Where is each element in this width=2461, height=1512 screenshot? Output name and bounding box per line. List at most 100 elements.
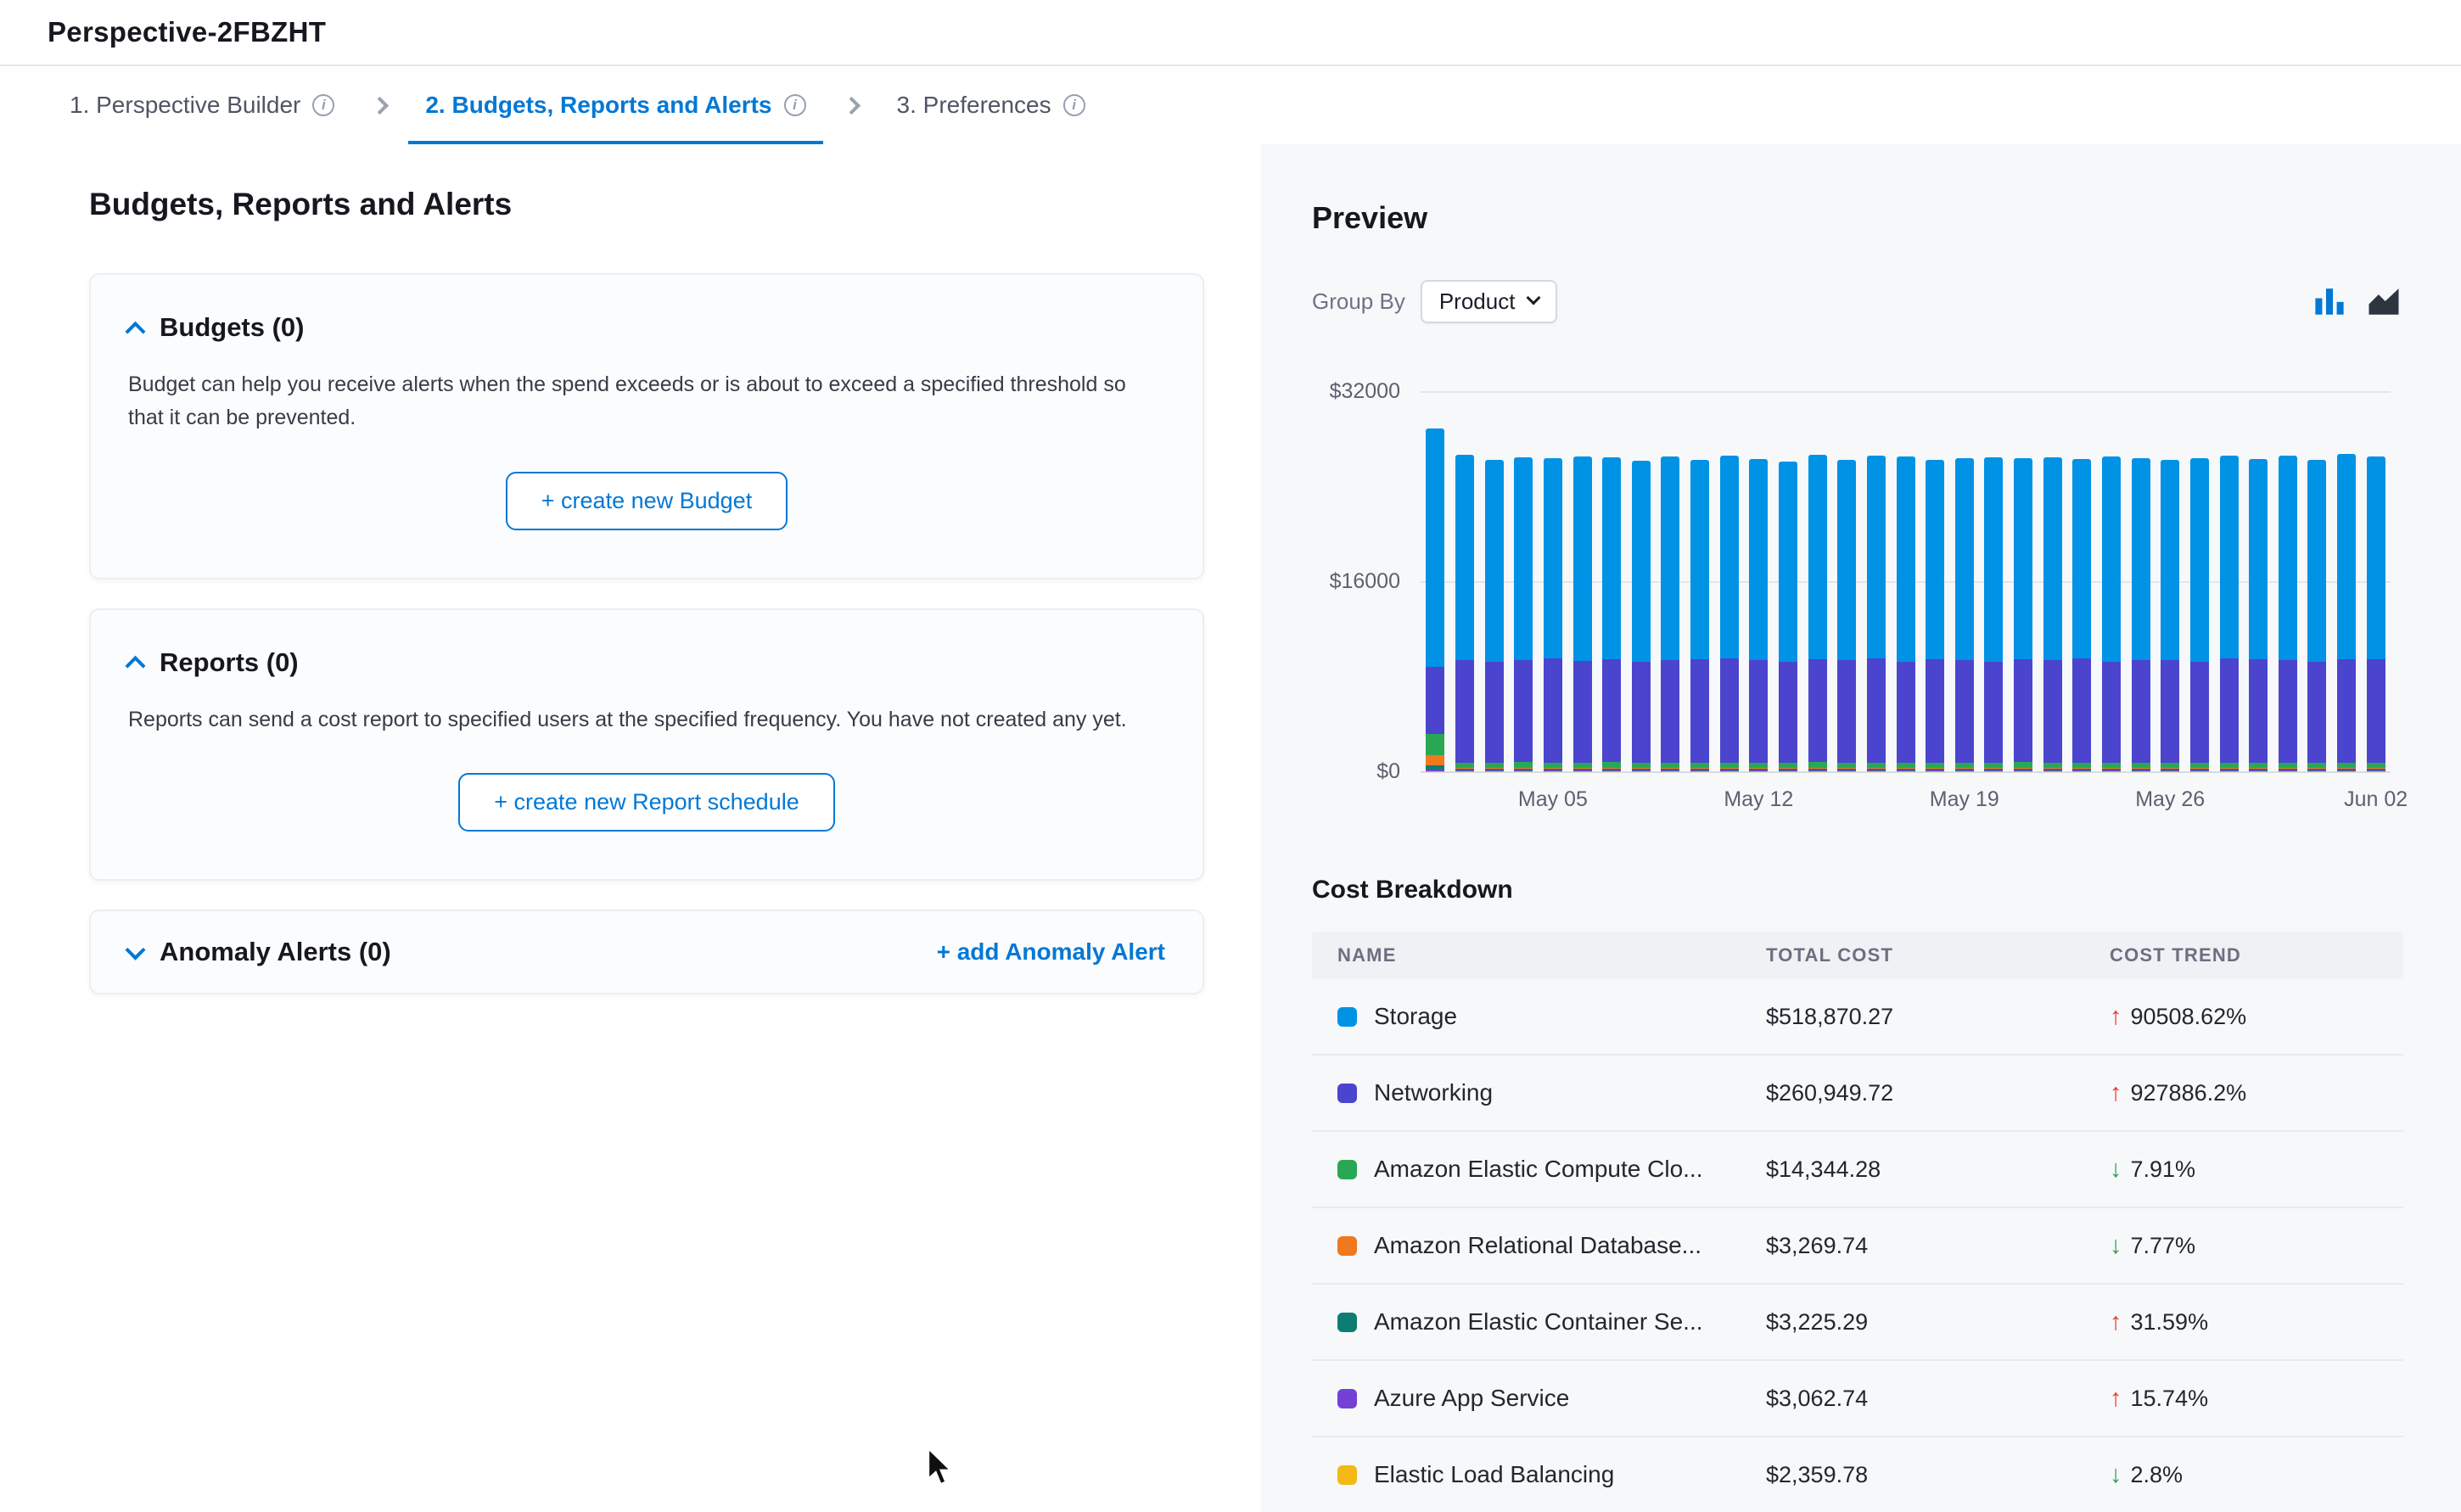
chart-bar-segment	[1749, 660, 1768, 762]
table-row: Elastic Load Balancing$2,359.78↓2.8%	[1312, 1437, 2403, 1512]
area-chart-icon[interactable]	[2364, 282, 2403, 321]
anomaly-alerts-card: Anomaly Alerts (0) + add Anomaly Alert	[89, 910, 1204, 994]
cost-trend-cell: ↑90508.62%	[2110, 1003, 2403, 1031]
chart-bar-segment	[1749, 459, 1768, 660]
bar-chart-icon[interactable]	[2310, 282, 2349, 321]
chevron-down-icon	[125, 939, 145, 960]
anomaly-alerts-card-header[interactable]: Anomaly Alerts (0)	[128, 937, 391, 967]
chart-bar-segment	[1661, 456, 1679, 660]
chart-bar	[2367, 456, 2385, 772]
info-icon[interactable]	[784, 94, 806, 116]
chart-bar-segment	[1632, 771, 1651, 772]
tab-perspective-builder[interactable]: 1. Perspective Builder	[53, 66, 351, 144]
chart-bar-segment	[2161, 460, 2179, 661]
chart-bar-segment	[2279, 456, 2297, 660]
chart-bar-segment	[1426, 771, 1444, 772]
budgets-reports-alerts-panel: Budgets, Reports and Alerts Budgets (0) …	[0, 144, 1261, 1512]
trend-up-arrow-icon: ↑	[2110, 1308, 2122, 1336]
chart-bar-segment	[1485, 662, 1504, 763]
tab-budgets-reports-alerts[interactable]: 2. Budgets, Reports and Alerts	[408, 66, 822, 144]
window-header: Perspective-2FBZHT	[0, 0, 2461, 66]
trend-up-arrow-icon: ↑	[2110, 1385, 2122, 1413]
total-cost: $518,870.27	[1766, 1004, 2110, 1030]
chart-bar	[1485, 460, 1504, 772]
reports-card: Reports (0) Reports can send a cost repo…	[89, 608, 1204, 882]
chart-bar-segment	[1779, 462, 1797, 661]
chevron-right-icon	[842, 96, 860, 114]
chart-plot-area	[1421, 392, 2391, 772]
tab-preferences[interactable]: 3. Preferences	[880, 66, 1102, 144]
chart-bar	[1544, 458, 1562, 772]
chart-bar-segment	[2337, 454, 2356, 659]
chart-bar-segment	[1926, 659, 1944, 762]
chart-bar-segment	[1514, 457, 1533, 660]
cost-trend-cell: ↑927886.2%	[2110, 1079, 2403, 1107]
reports-card-header[interactable]: Reports (0)	[128, 647, 1165, 678]
chart-bar	[2307, 460, 2326, 772]
chart-bar-segment	[1984, 457, 2003, 661]
chart-bar-segment	[2102, 662, 2121, 763]
add-anomaly-alert-link[interactable]: + add Anomaly Alert	[937, 938, 1165, 966]
info-icon[interactable]	[312, 94, 334, 116]
trend-percent: 927886.2%	[2131, 1080, 2247, 1106]
x-axis-tick-label: May 26	[2135, 787, 2205, 812]
service-name-cell: Storage	[1312, 1003, 1766, 1030]
chart-bar-segment	[2161, 771, 2179, 772]
table-row: Amazon Relational Database...$3,269.74↓7…	[1312, 1208, 2403, 1285]
chart-bar-segment	[1837, 660, 1856, 762]
chart-bar-segment	[2220, 456, 2239, 658]
chart-bar-segment	[2307, 771, 2326, 772]
cost-breakdown-header-row: NAMETOTAL COSTCOST TREND	[1312, 932, 2403, 979]
chart-bar-segment	[1808, 659, 1827, 763]
table-row: Networking$260,949.72↑927886.2%	[1312, 1056, 2403, 1132]
chart-bar-segment	[1897, 456, 1915, 662]
chart-bar-segment	[1867, 771, 1886, 772]
chart-bar	[1984, 457, 2003, 772]
budgets-card: Budgets (0) Budget can help you receive …	[89, 273, 1204, 580]
chart-bar-segment	[1926, 771, 1944, 772]
legend-color-icon	[1337, 1084, 1357, 1103]
chart-bar	[2337, 454, 2356, 772]
chart-bar	[1779, 462, 1797, 772]
table-row: Storage$518,870.27↑90508.62%	[1312, 979, 2403, 1056]
chart-bar-segment	[2072, 658, 2091, 763]
y-axis-tick-label: $16000	[1312, 569, 1400, 594]
chart-bar-segment	[1426, 667, 1444, 733]
trend-percent: 31.59%	[2131, 1309, 2209, 1336]
service-name: Amazon Elastic Compute Clo...	[1374, 1156, 1703, 1183]
trend-percent: 7.77%	[2131, 1233, 2196, 1259]
create-report-schedule-button[interactable]: + create new Report schedule	[458, 773, 834, 832]
chart-bar-segment	[2102, 771, 2121, 772]
chart-bar-segment	[1544, 458, 1562, 658]
chart-gridline	[1421, 391, 2391, 393]
info-icon[interactable]	[1063, 94, 1085, 116]
chart-bar-segment	[1867, 456, 1886, 658]
chart-bar-segment	[2220, 658, 2239, 763]
service-name: Amazon Elastic Container Se...	[1374, 1308, 1703, 1336]
group-by-dropdown[interactable]: Product	[1421, 280, 1558, 323]
chart-bar-segment	[2043, 457, 2062, 660]
chart-bar-segment	[2161, 660, 2179, 762]
legend-color-icon	[1337, 1465, 1357, 1485]
x-axis-tick-label: May 05	[1518, 787, 1588, 812]
create-budget-button[interactable]: + create new Budget	[506, 472, 788, 530]
service-name-cell: Amazon Relational Database...	[1312, 1232, 1766, 1259]
column-header: TOTAL COST	[1766, 944, 2110, 966]
cost-preview-chart: $0$16000$32000May 05May 12May 19May 26Ju…	[1312, 368, 2403, 826]
chart-bar	[2161, 460, 2179, 772]
chevron-right-icon	[371, 96, 389, 114]
x-axis-tick-label: May 19	[1930, 787, 1999, 812]
chart-bar	[1720, 456, 1739, 772]
budgets-card-header[interactable]: Budgets (0)	[128, 312, 1165, 343]
cost-breakdown-heading: Cost Breakdown	[1312, 876, 2403, 904]
service-name-cell: Elastic Load Balancing	[1312, 1461, 1766, 1488]
trend-percent: 15.74%	[2131, 1386, 2209, 1412]
chevron-up-icon	[125, 656, 145, 676]
legend-color-icon	[1337, 1389, 1357, 1408]
chevron-up-icon	[125, 321, 145, 341]
chart-bar-segment	[2014, 458, 2032, 659]
preview-panel: Preview Group By Product $0$16000$	[1261, 144, 2461, 1512]
trend-down-arrow-icon: ↓	[2110, 1461, 2122, 1489]
total-cost: $3,062.74	[1766, 1386, 2110, 1412]
tab-label: 1. Perspective Builder	[70, 92, 300, 119]
